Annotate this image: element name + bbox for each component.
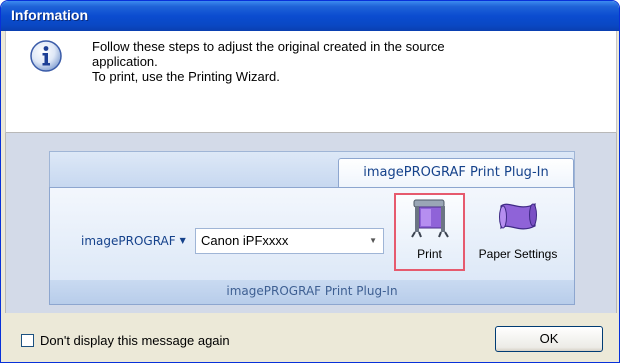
paper-settings-label: Paper Settings [478,247,558,261]
print-button-label: Print [417,247,442,261]
info-icon [30,40,62,72]
message-line-2: application. [92,54,158,69]
dropdown-arrow-icon[interactable]: ▼ [369,229,377,253]
paper-settings-button[interactable]: Paper Settings [472,193,564,271]
printer-icon [411,199,449,238]
chevron-down-icon: ▼ [179,236,186,245]
window-title: Information [11,7,88,23]
information-dialog: Information Follow these steps to adjust… [0,0,620,363]
dont-display-label[interactable]: Don't display this message again [40,333,230,348]
ok-button[interactable]: OK [495,326,603,352]
message-text: Follow these steps to adjust the origina… [92,39,592,84]
printer-select-value: Canon iPFxxxx [201,233,289,248]
ribbon-preview: imagePROGRAF Print Plug-In imagePROGRAF ▼… [49,151,575,305]
ribbon-tab-row: imagePROGRAF Print Plug-In [49,151,575,189]
print-button[interactable]: Print [394,193,465,271]
group-label: imagePROGRAF Print Plug-In [50,280,574,304]
printer-label-text: imagePROGRAF [81,234,176,248]
dont-display-checkbox[interactable] [21,334,34,347]
tab-imageprograf-print-plugin[interactable]: imagePROGRAF Print Plug-In [338,158,574,189]
message-line-3: To print, use the Printing Wizard. [92,69,280,84]
ribbon-group: imagePROGRAF ▼ Canon iPFxxxx ▼ Print Pap… [49,187,575,305]
printer-menu-label[interactable]: imagePROGRAF ▼ [81,234,186,248]
title-bar[interactable]: Information [1,1,619,31]
message-line-1: Follow these steps to adjust the origina… [92,39,445,54]
dialog-footer: Don't display this message again OK [5,313,615,362]
printer-select[interactable]: Canon iPFxxxx ▼ [195,228,384,254]
paper-roll-icon [499,203,537,230]
